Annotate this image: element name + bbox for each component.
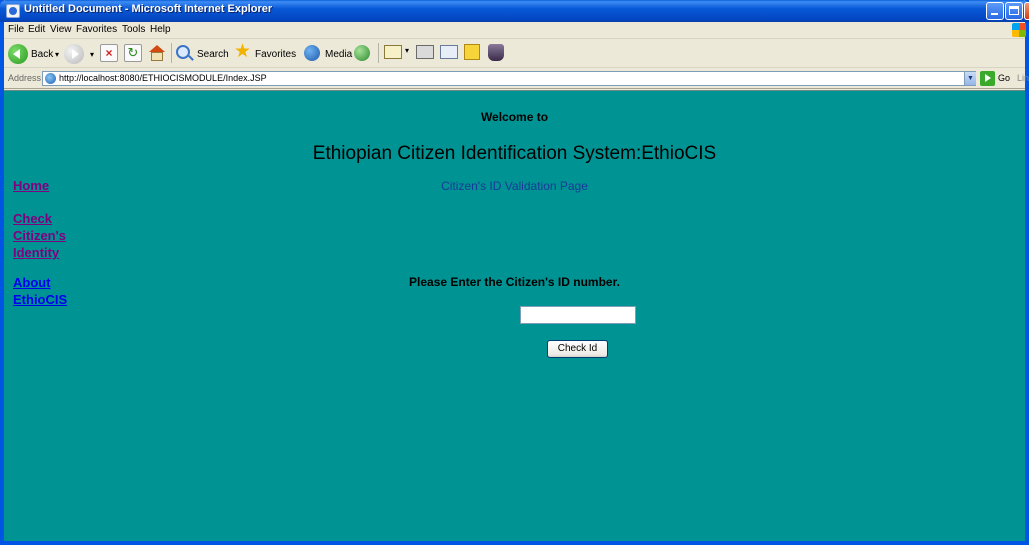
address-input[interactable]: http://localhost:8080/ETHIOCISMODULE/Ind… <box>42 71 976 86</box>
media-button[interactable]: Media <box>304 44 352 64</box>
citizen-id-input[interactable] <box>520 306 636 324</box>
page-content: Welcome to Ethiopian Citizen Identificat… <box>4 90 1025 541</box>
check-id-button[interactable]: Check Id <box>547 340 608 358</box>
id-prompt: Please Enter the Citizen's ID number. <box>409 275 620 289</box>
favorites-label: Favorites <box>255 49 297 60</box>
minimize-button[interactable] <box>986 2 1004 20</box>
nav-check-identity-link-line1[interactable]: Check <box>13 210 52 227</box>
page-subtitle: Citizen's ID Validation Page <box>441 179 588 193</box>
menu-edit[interactable]: Edit <box>28 24 45 35</box>
edit-button[interactable] <box>440 44 458 64</box>
toolbar: Back ▾ ▾ × ↻ Search ★ Favorites Media ▾ <box>4 40 1025 68</box>
back-label: Back <box>31 49 54 60</box>
notes-icon <box>464 44 480 60</box>
search-label: Search <box>197 49 229 60</box>
nav-check-identity-link-line3[interactable]: Identity <box>13 244 59 261</box>
windows-logo-icon <box>1012 23 1026 37</box>
address-dropdown-icon[interactable]: ▼ <box>964 72 976 85</box>
page-icon <box>45 73 56 84</box>
links-button[interactable]: Links <box>1017 73 1029 83</box>
home-button[interactable] <box>148 44 166 64</box>
search-icon <box>176 45 190 59</box>
back-arrow-icon <box>8 44 28 64</box>
menu-file[interactable]: File <box>8 24 24 35</box>
print-button[interactable] <box>416 44 434 64</box>
menu-help[interactable]: Help <box>150 24 171 35</box>
toolbar-separator <box>171 43 172 63</box>
search-button[interactable]: Search <box>176 44 232 64</box>
back-button[interactable]: Back ▾ <box>8 44 59 64</box>
minimize-icon <box>991 13 998 15</box>
messenger-icon <box>488 44 504 61</box>
address-url: http://localhost:8080/ETHIOCISMODULE/Ind… <box>59 73 267 83</box>
refresh-icon: ↻ <box>124 44 142 62</box>
stop-icon: × <box>100 44 118 62</box>
forward-arrow-icon <box>64 44 84 64</box>
title-bar: Untitled Document - Microsoft Internet E… <box>0 0 1029 22</box>
media-label: Media <box>325 49 353 60</box>
window-title: Untitled Document - Microsoft Internet E… <box>24 3 273 15</box>
media-icon <box>304 45 320 61</box>
go-button[interactable]: Go <box>998 73 1010 83</box>
forward-dropdown-icon[interactable]: ▾ <box>90 50 94 59</box>
print-icon <box>416 45 434 59</box>
maximize-button[interactable] <box>1005 2 1023 20</box>
notes-button[interactable] <box>464 44 482 64</box>
close-button[interactable] <box>1024 2 1029 20</box>
back-dropdown-icon[interactable]: ▾ <box>55 50 59 59</box>
mail-button[interactable]: ▾ <box>384 44 412 64</box>
menu-bar: File Edit View Favorites Tools Help <box>4 22 1026 39</box>
nav-check-identity-link-line2[interactable]: Citizen's <box>13 227 66 244</box>
menu-tools[interactable]: Tools <box>122 24 145 35</box>
menu-favorites[interactable]: Favorites <box>76 24 117 35</box>
favorites-star-icon: ★ <box>234 41 252 62</box>
go-arrow-icon[interactable] <box>980 71 995 86</box>
stop-button[interactable]: × <box>100 44 118 64</box>
browser-window: Untitled Document - Microsoft Internet E… <box>0 0 1029 545</box>
mail-icon <box>384 45 402 59</box>
welcome-text: Welcome to <box>480 110 549 124</box>
maximize-icon <box>1009 6 1019 15</box>
refresh-button[interactable]: ↻ <box>124 44 142 64</box>
menu-view[interactable]: View <box>50 24 72 35</box>
history-icon <box>354 45 370 61</box>
address-bar: Address http://localhost:8080/ETHIOCISMO… <box>4 69 1029 89</box>
nav-about-link-line2[interactable]: EthioCIS <box>13 291 67 308</box>
edit-page-icon <box>440 45 458 59</box>
home-icon <box>148 45 166 61</box>
history-button[interactable] <box>354 44 372 64</box>
mail-dropdown-icon[interactable]: ▾ <box>405 46 409 55</box>
forward-button[interactable] <box>64 44 86 64</box>
ie-logo-icon <box>6 4 20 18</box>
favorites-button[interactable]: ★ Favorites <box>234 41 302 64</box>
messenger-button[interactable] <box>488 44 506 64</box>
page-title: Ethiopian Citizen Identification System:… <box>312 143 717 164</box>
toolbar-separator <box>378 43 379 63</box>
address-label: Address <box>8 73 42 83</box>
nav-home-link[interactable]: Home <box>13 177 49 194</box>
